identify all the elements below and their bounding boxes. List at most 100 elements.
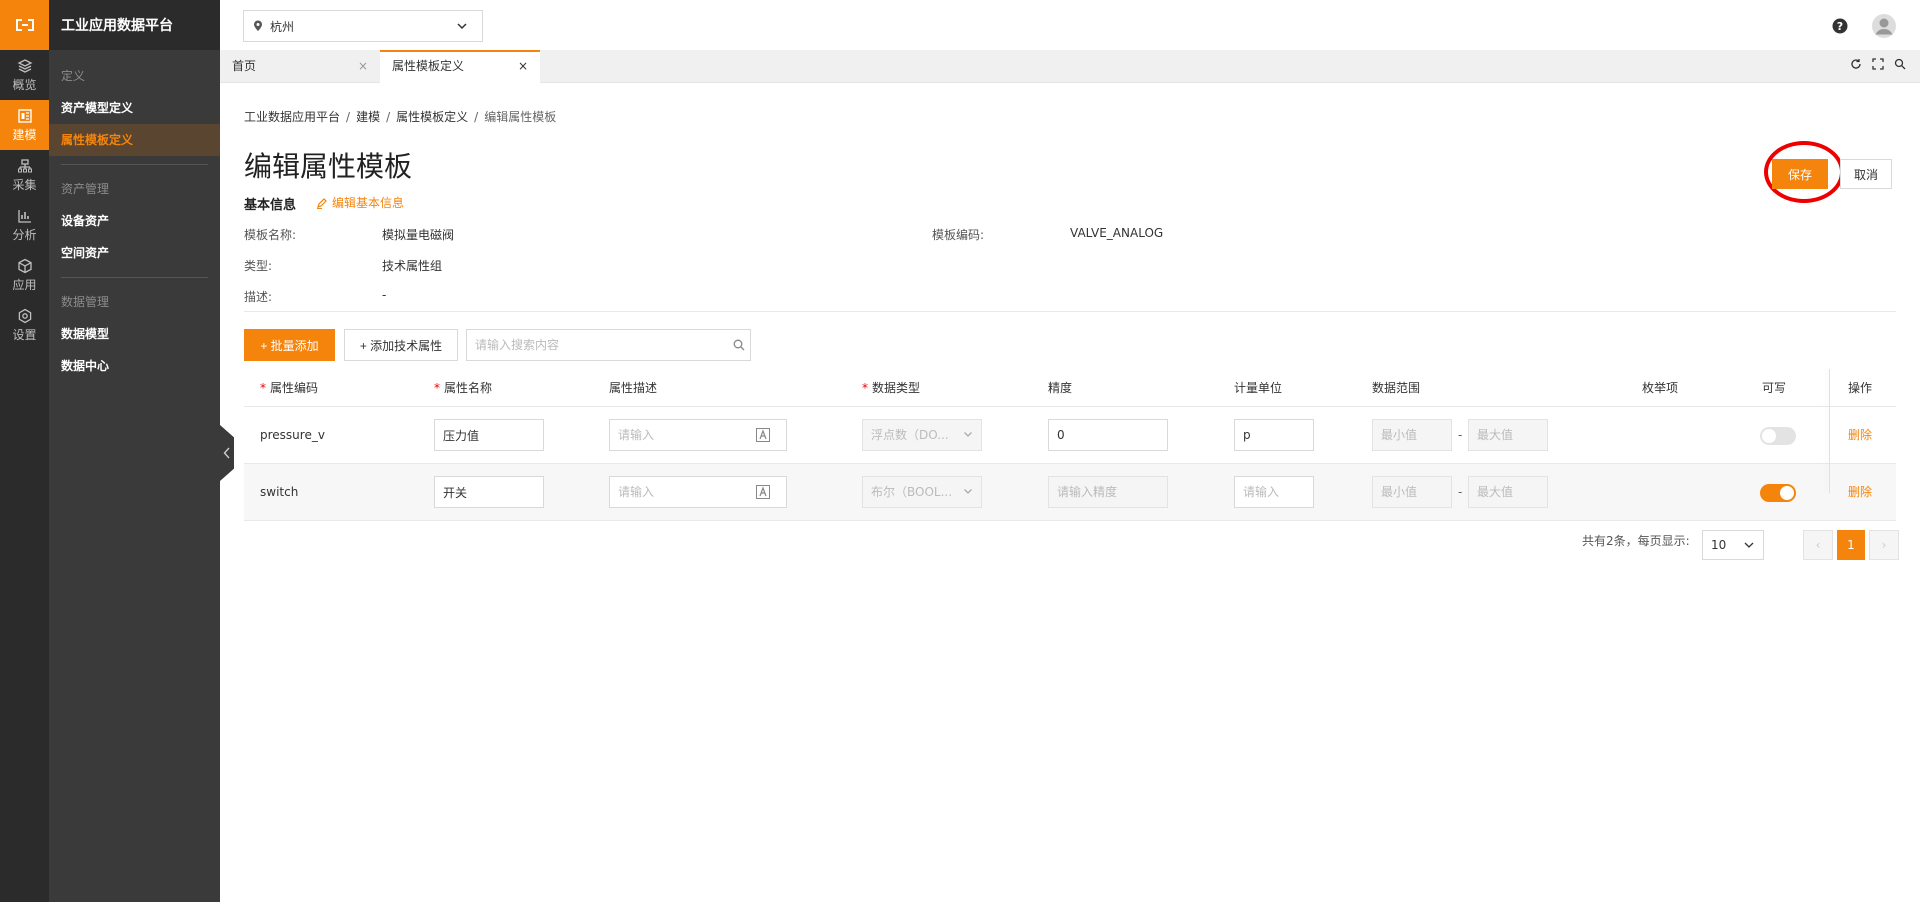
logo[interactable] — [0, 0, 49, 50]
tab-attr-template[interactable]: 属性模板定义 × — [380, 50, 540, 83]
save-button[interactable]: 保存 — [1772, 159, 1828, 189]
rail-item-overview[interactable]: 概览 — [0, 50, 49, 100]
chart-icon — [17, 209, 31, 223]
page-size-value: 10 — [1711, 538, 1727, 552]
batch-add-button[interactable]: + 批量添加 — [244, 329, 335, 361]
breadcrumb-separator: / — [346, 110, 351, 124]
type-label: 类型: — [244, 259, 273, 273]
add-tech-attr-button[interactable]: + 添加技术属性 — [344, 329, 458, 361]
breadcrumb-separator: / — [474, 110, 479, 124]
breadcrumb-current: 编辑属性模板 — [484, 110, 557, 124]
writable-toggle[interactable] — [1760, 484, 1796, 502]
rail-label: 应用 — [12, 277, 37, 292]
refresh-icon[interactable] — [1850, 58, 1862, 70]
unit-input[interactable] — [1234, 476, 1314, 508]
tab-label: 属性模板定义 — [392, 59, 465, 73]
required-mark: * — [434, 381, 440, 395]
col-precision: 精度 — [1048, 381, 1073, 395]
location-pin-icon — [254, 20, 262, 31]
location-select[interactable]: 杭州 — [243, 10, 483, 42]
page-number-current[interactable]: 1 — [1837, 530, 1865, 560]
modeling-icon — [17, 108, 32, 123]
range-min-input[interactable] — [1372, 419, 1452, 451]
col-range: 数据范围 — [1372, 381, 1421, 395]
rail-item-modeling[interactable]: 建模 — [0, 100, 49, 150]
col-datatype: * 数据类型 — [862, 381, 921, 395]
datatype-select[interactable]: 布尔（BOOL... — [862, 476, 982, 508]
app-title: 工业应用数据平台 — [49, 0, 220, 50]
fixed-column-shadow — [1829, 369, 1830, 493]
text-format-icon[interactable] — [755, 484, 771, 500]
sidebar-item-data-center[interactable]: 数据中心 — [49, 350, 220, 382]
writable-toggle[interactable] — [1760, 427, 1796, 445]
range-max-input[interactable] — [1468, 419, 1548, 451]
sidebar-item-asset-model[interactable]: 资产模型定义 — [49, 92, 220, 124]
delete-link[interactable]: 删除 — [1848, 464, 1872, 521]
rail-label: 设置 — [12, 327, 37, 342]
precision-input[interactable] — [1048, 476, 1168, 508]
basic-info-heading: 基本信息 — [244, 198, 297, 213]
chevron-down-icon — [964, 432, 972, 437]
sidebar-section-assets: 资产管理 — [61, 182, 110, 196]
pagination-total: 共有2条，每页显示: — [1582, 534, 1690, 548]
breadcrumb: 工业数据应用平台 / 建模 / 属性模板定义 / 编辑属性模板 — [244, 108, 556, 125]
rail-label: 采集 — [12, 177, 37, 192]
attr-name-input[interactable] — [434, 476, 544, 508]
search-icon[interactable] — [1894, 58, 1906, 70]
type-value: 技术属性组 — [382, 259, 443, 273]
sidebar-item-attr-template[interactable]: 属性模板定义 — [49, 124, 220, 156]
avatar[interactable] — [1872, 14, 1896, 38]
sidebar-item-space-assets[interactable]: 空间资产 — [49, 237, 220, 269]
fullscreen-icon[interactable] — [1872, 58, 1884, 70]
breadcrumb-separator: / — [386, 110, 391, 124]
precision-input[interactable] — [1048, 419, 1168, 451]
chevron-left-icon — [223, 447, 230, 459]
next-page-button[interactable]: › — [1869, 530, 1899, 560]
col-actions: 操作 — [1848, 381, 1873, 395]
breadcrumb-item[interactable]: 建模 — [356, 110, 380, 124]
chevron-down-icon — [1744, 542, 1754, 548]
range-separator: - — [1458, 485, 1463, 499]
edit-basic-info-link[interactable]: 编辑基本信息 — [316, 194, 404, 211]
range-max-input[interactable] — [1468, 476, 1548, 508]
sidebar-item-data-model[interactable]: 数据模型 — [49, 318, 220, 350]
divider — [244, 311, 1896, 312]
table-row: switch 布尔（BOOL... - 删除 — [244, 464, 1896, 521]
tab-bar: 首页 × 属性模板定义 × — [220, 50, 1920, 83]
text-format-icon[interactable] — [755, 427, 771, 443]
page-size-select[interactable]: 10 — [1702, 530, 1764, 560]
breadcrumb-item[interactable]: 工业数据应用平台 — [244, 110, 340, 124]
rail-item-apps[interactable]: 应用 — [0, 250, 49, 300]
rail-label: 分析 — [12, 227, 37, 242]
search-input[interactable] — [466, 329, 751, 361]
search-icon[interactable] — [732, 338, 746, 352]
chevron-down-icon — [457, 23, 467, 30]
prev-page-button[interactable]: ‹ — [1803, 530, 1833, 560]
attr-name-input[interactable] — [434, 419, 544, 451]
attr-code: switch — [260, 485, 299, 499]
logo-icon — [15, 19, 34, 31]
help-icon[interactable]: ? — [1832, 18, 1848, 34]
sidebar-item-device-assets[interactable]: 设备资产 — [49, 205, 220, 237]
breadcrumb-item[interactable]: 属性模板定义 — [396, 110, 468, 124]
collect-icon — [17, 158, 32, 172]
tab-home[interactable]: 首页 × — [220, 50, 380, 83]
tab-close-icon[interactable]: × — [358, 50, 368, 83]
unit-input[interactable] — [1234, 419, 1314, 451]
cancel-button[interactable]: 取消 — [1840, 159, 1892, 189]
sidebar-collapse-handle[interactable] — [220, 425, 234, 481]
tab-close-icon[interactable]: × — [518, 52, 528, 81]
cube-icon — [17, 258, 32, 273]
col-enum: 枚举项 — [1642, 381, 1679, 395]
rail-item-analysis[interactable]: 分析 — [0, 200, 49, 250]
rail-item-settings[interactable]: 设置 — [0, 300, 49, 350]
delete-link[interactable]: 删除 — [1848, 407, 1872, 464]
range-min-input[interactable] — [1372, 476, 1452, 508]
rail-item-collect[interactable]: 采集 — [0, 150, 49, 200]
table-header: * 属性编码 * 属性名称 属性描述 * 数据类型 精度 计量单位 数据范围 枚举项 … — [244, 369, 1896, 407]
col-desc: 属性描述 — [609, 381, 658, 395]
datatype-select[interactable]: 浮点数（DO... — [862, 419, 982, 451]
required-mark: * — [862, 381, 868, 395]
edit-basic-info-label: 编辑基本信息 — [332, 196, 405, 210]
desc-label: 描述: — [244, 290, 273, 304]
